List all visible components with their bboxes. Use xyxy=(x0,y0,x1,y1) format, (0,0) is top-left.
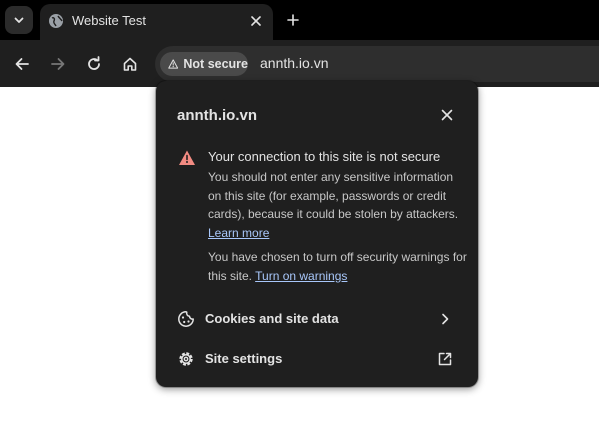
open-external-icon xyxy=(438,352,452,366)
tab-title: Website Test xyxy=(72,13,146,28)
popup-title: annth.io.vn xyxy=(177,107,257,124)
security-chip-label: Not secure xyxy=(183,57,248,71)
back-button[interactable] xyxy=(10,52,34,76)
tab-strip: Website Test xyxy=(0,0,599,40)
home-icon xyxy=(123,57,137,71)
tab-close-button[interactable] xyxy=(247,12,265,30)
arrow-left-icon xyxy=(15,58,29,70)
close-icon xyxy=(251,16,261,26)
warning-triangle-icon xyxy=(179,150,195,165)
arrow-right-icon xyxy=(51,58,65,70)
warning-body: You should not enter any sensitive infor… xyxy=(208,168,468,242)
site-info-popup: annth.io.vn Your connection to this site… xyxy=(156,81,478,387)
cookies-and-site-data-label: Cookies and site data xyxy=(205,311,339,326)
chevron-right-icon xyxy=(442,313,449,325)
gear-icon xyxy=(179,352,193,366)
security-chip[interactable]: Not secure xyxy=(160,52,248,76)
warning-heading: Your connection to this site is not secu… xyxy=(208,149,441,164)
close-icon xyxy=(441,109,453,121)
address-bar[interactable]: Not secure annth.io.vn xyxy=(155,46,599,82)
popup-close-button[interactable] xyxy=(437,105,457,125)
turn-on-warnings-link[interactable]: Turn on warnings xyxy=(255,269,347,283)
forward-button[interactable] xyxy=(46,52,70,76)
reload-icon xyxy=(88,56,100,70)
reload-button[interactable] xyxy=(82,52,106,76)
tab-search-button[interactable] xyxy=(5,6,33,34)
warning-triangle-icon xyxy=(168,59,179,69)
disabled-warnings-note: You have chosen to turn off security war… xyxy=(208,248,468,285)
warning-body-text: You should not enter any sensitive infor… xyxy=(208,170,459,221)
toolbar: Not secure annth.io.vn xyxy=(0,40,599,87)
chevron-down-icon xyxy=(14,17,24,23)
home-button[interactable] xyxy=(118,52,142,76)
new-tab-button[interactable] xyxy=(281,8,305,32)
cookies-and-site-data-row[interactable]: Cookies and site data xyxy=(156,299,478,339)
row-end xyxy=(436,310,454,328)
browser-tab[interactable]: Website Test xyxy=(40,4,273,40)
learn-more-link[interactable]: Learn more xyxy=(208,226,269,240)
site-settings-row[interactable]: Site settings xyxy=(156,339,478,379)
globe-icon xyxy=(49,14,63,28)
site-settings-label: Site settings xyxy=(205,351,283,366)
url-text[interactable]: annth.io.vn xyxy=(260,55,329,71)
row-end xyxy=(436,350,454,368)
cookie-icon xyxy=(178,311,194,327)
plus-icon xyxy=(287,14,299,26)
